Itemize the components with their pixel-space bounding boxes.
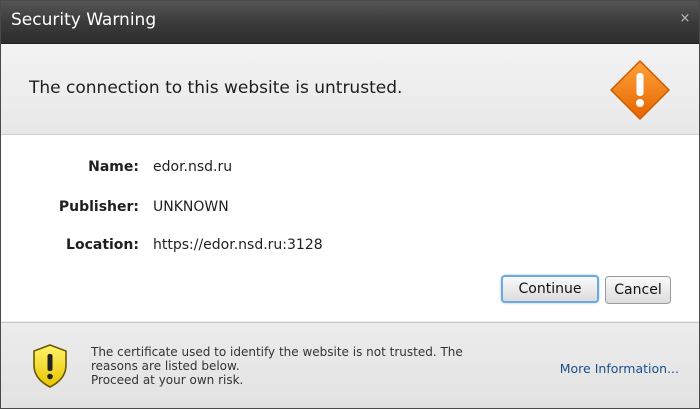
footer-panel: The certificate used to identify the web…: [1, 322, 699, 408]
warning-diamond-icon: [610, 60, 670, 120]
footer-line-2: reasons are listed below.: [91, 359, 240, 373]
detail-row-location: Location: https://edor.nsd.ru:3128: [1, 237, 700, 259]
name-label: Name:: [88, 159, 139, 175]
security-warning-dialog: Security Warning × The connection to thi…: [0, 0, 700, 409]
cancel-button[interactable]: Cancel: [605, 276, 671, 304]
publisher-label: Publisher:: [58, 199, 139, 215]
footer-message: The certificate used to identify the web…: [91, 345, 511, 387]
warning-header: The connection to this website is untrus…: [1, 44, 699, 135]
detail-row-publisher: Publisher: UNKNOWN: [1, 199, 700, 221]
name-value: edor.nsd.ru: [153, 159, 233, 175]
title-bar[interactable]: Security Warning ×: [1, 1, 699, 44]
close-button[interactable]: ×: [677, 11, 693, 27]
details-panel: Name: edor.nsd.ru Publisher: UNKNOWN Loc…: [1, 135, 699, 321]
more-information-link[interactable]: More Information...: [560, 361, 679, 376]
location-label: Location:: [66, 237, 139, 253]
detail-row-name: Name: edor.nsd.ru: [1, 159, 700, 181]
footer-line-3: Proceed at your own risk.: [91, 373, 244, 387]
dialog-title: Security Warning: [11, 10, 157, 30]
continue-button[interactable]: Continue: [501, 275, 599, 303]
warning-headline: The connection to this website is untrus…: [29, 78, 403, 98]
publisher-value: UNKNOWN: [153, 199, 229, 215]
shield-warning-icon: [33, 344, 67, 388]
footer-line-1: The certificate used to identify the web…: [91, 345, 463, 359]
location-value: https://edor.nsd.ru:3128: [153, 237, 323, 253]
